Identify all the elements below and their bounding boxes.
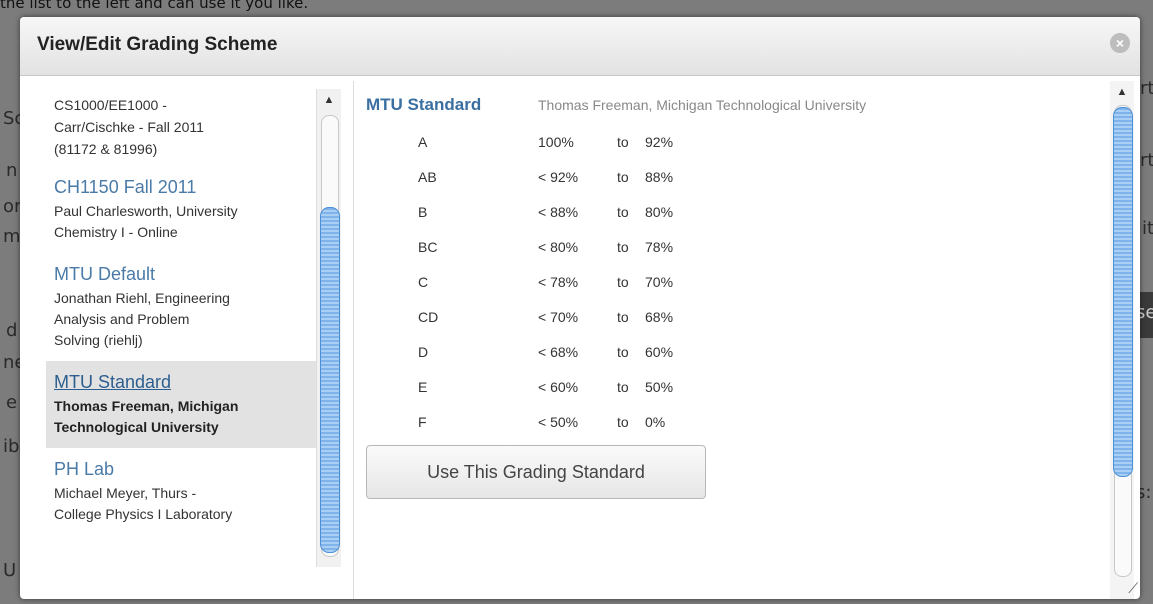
table-row: E < 60% to 50% bbox=[366, 369, 673, 404]
scheme-item-ch1150[interactable]: CH1150 Fall 2011 Paul Charlesworth, Univ… bbox=[46, 166, 316, 253]
table-row: A 100% to 92% bbox=[366, 124, 673, 159]
detail-scrollbar[interactable]: ▲ bbox=[1110, 81, 1134, 599]
table-row: D < 68% to 60% bbox=[366, 334, 673, 369]
scheme-name-link[interactable]: MTU Standard bbox=[54, 371, 306, 393]
pane-divider bbox=[353, 81, 354, 599]
grade-min: 70% bbox=[645, 273, 674, 290]
grade-min: 68% bbox=[645, 308, 674, 325]
grade-max: < 50% bbox=[538, 413, 579, 430]
scheme-item-mtu-standard[interactable]: MTU Standard Thomas Freeman, Michigan Te… bbox=[46, 361, 316, 448]
scroll-up-arrow-icon[interactable]: ▲ bbox=[317, 91, 341, 109]
grade-min: 78% bbox=[645, 238, 674, 255]
scheme-desc-line: Paul Charlesworth, University bbox=[54, 203, 238, 219]
bg-fragment: ib bbox=[3, 436, 20, 457]
grade-letter: AB bbox=[418, 168, 437, 185]
scheme-desc-line: Solving (riehlj) bbox=[54, 332, 143, 348]
grade-max: < 92% bbox=[538, 168, 579, 185]
scheme-desc-line: Chemistry I - Online bbox=[54, 224, 178, 240]
table-row: AB < 92% to 88% bbox=[366, 159, 673, 194]
grade-letter: BC bbox=[418, 238, 438, 255]
scheme-desc-line: College Physics I Laboratory bbox=[54, 506, 233, 522]
scheme-desc-line: Carr/Cischke - Fall 2011 bbox=[54, 119, 204, 135]
detail-title: MTU Standard bbox=[366, 95, 482, 114]
grade-max: < 78% bbox=[538, 273, 579, 290]
scheme-desc-line: Analysis and Problem bbox=[54, 311, 190, 327]
scheme-desc-line: CS1000/EE1000 - bbox=[54, 97, 167, 113]
grade-letter: CD bbox=[418, 308, 439, 325]
scheme-desc-line: Michael Meyer, Thurs - bbox=[54, 485, 197, 501]
scheme-item-ph-lab[interactable]: PH Lab Michael Meyer, Thurs - College Ph… bbox=[46, 448, 316, 535]
bg-fragment: e bbox=[6, 392, 18, 413]
grade-max: < 60% bbox=[538, 378, 579, 395]
table-row: B < 88% to 80% bbox=[366, 194, 673, 229]
scheme-desc-line: Jonathan Riehl, Engineering bbox=[54, 290, 230, 306]
to-label: to bbox=[617, 133, 629, 150]
close-icon[interactable]: × bbox=[1110, 33, 1130, 53]
grade-max: < 68% bbox=[538, 343, 579, 360]
grade-max: < 70% bbox=[538, 308, 579, 325]
scheme-desc: Jonathan Riehl, Engineering Analysis and… bbox=[54, 288, 306, 351]
background-instruction-text: the list to the left and can use it you … bbox=[0, 0, 309, 12]
scheme-name-link[interactable]: PH Lab bbox=[54, 458, 306, 480]
to-label: to bbox=[617, 273, 629, 290]
bg-fragment: m bbox=[3, 226, 21, 247]
list-item-partial[interactable]: CS1000/EE1000 - Carr/Cischke - Fall 2011… bbox=[46, 81, 316, 166]
to-label: to bbox=[617, 203, 629, 220]
resize-grip-icon[interactable]: ⟋ bbox=[1128, 580, 1138, 597]
bg-fragment: U bbox=[3, 560, 17, 581]
scheme-desc: Michael Meyer, Thurs - College Physics I… bbox=[54, 483, 306, 525]
list-scrollbar[interactable]: ▲ bbox=[316, 89, 341, 567]
bg-fragment: n bbox=[6, 160, 18, 181]
dialog-title: View/Edit Grading Scheme bbox=[37, 34, 278, 55]
bg-fragment: or bbox=[3, 196, 22, 217]
grade-letter: E bbox=[418, 378, 428, 395]
grade-min: 88% bbox=[645, 168, 674, 185]
bg-fragment: d bbox=[6, 320, 18, 341]
grade-min: 60% bbox=[645, 343, 674, 360]
bg-fragment: rt bbox=[1140, 150, 1153, 171]
grade-max: < 80% bbox=[538, 238, 579, 255]
grade-letter: D bbox=[418, 343, 429, 360]
grade-min: 0% bbox=[645, 413, 666, 430]
grading-scheme-list: CS1000/EE1000 - Carr/Cischke - Fall 2011… bbox=[46, 81, 316, 599]
to-label: to bbox=[617, 378, 629, 395]
detail-subtitle: Thomas Freeman, Michigan Technological U… bbox=[538, 97, 867, 113]
grade-table: A 100% to 92% AB < 92% to 88% B < 88% to… bbox=[366, 124, 673, 439]
scheme-name-link[interactable]: MTU Default bbox=[54, 263, 306, 285]
grade-letter: B bbox=[418, 203, 428, 220]
scheme-item-mtu-default[interactable]: MTU Default Jonathan Riehl, Engineering … bbox=[46, 253, 316, 361]
scheme-desc-line: Technological University bbox=[54, 419, 219, 435]
scheme-desc: Paul Charlesworth, University Chemistry … bbox=[54, 201, 306, 243]
grade-min: 92% bbox=[645, 133, 674, 150]
scroll-thumb[interactable] bbox=[1113, 107, 1133, 477]
grade-letter: F bbox=[418, 413, 427, 430]
scheme-detail-pane: MTU Standard Thomas Freeman, Michigan Te… bbox=[366, 81, 1106, 599]
grade-letter: A bbox=[418, 133, 428, 150]
scheme-desc: Thomas Freeman, Michigan Technological U… bbox=[54, 396, 306, 438]
bg-fragment: it bbox=[1142, 218, 1153, 239]
scheme-desc-line: (81172 & 81996) bbox=[54, 141, 158, 157]
table-row: F < 50% to 0% bbox=[366, 404, 673, 439]
scroll-up-arrow-icon[interactable]: ▲ bbox=[1110, 83, 1134, 101]
to-label: to bbox=[617, 343, 629, 360]
grade-min: 80% bbox=[645, 203, 674, 220]
scroll-thumb[interactable] bbox=[320, 207, 340, 553]
table-row: C < 78% to 70% bbox=[366, 264, 673, 299]
scheme-name-link[interactable]: CH1150 Fall 2011 bbox=[54, 176, 306, 198]
grade-max: 100% bbox=[538, 133, 574, 150]
grade-letter: C bbox=[418, 273, 429, 290]
to-label: to bbox=[617, 413, 629, 430]
grade-max: < 88% bbox=[538, 203, 579, 220]
table-row: CD < 70% to 68% bbox=[366, 299, 673, 334]
scheme-desc-line: Thomas Freeman, Michigan bbox=[54, 398, 239, 414]
table-row: BC < 80% to 78% bbox=[366, 229, 673, 264]
to-label: to bbox=[617, 308, 629, 325]
bg-fragment: rt bbox=[1140, 78, 1153, 99]
to-label: to bbox=[617, 238, 629, 255]
grading-scheme-dialog: View/Edit Grading Scheme × CS1000/EE1000… bbox=[20, 17, 1140, 599]
dialog-titlebar: View/Edit Grading Scheme × bbox=[20, 17, 1140, 76]
grade-min: 50% bbox=[645, 378, 674, 395]
use-grading-standard-button[interactable]: Use This Grading Standard bbox=[366, 445, 706, 499]
to-label: to bbox=[617, 168, 629, 185]
